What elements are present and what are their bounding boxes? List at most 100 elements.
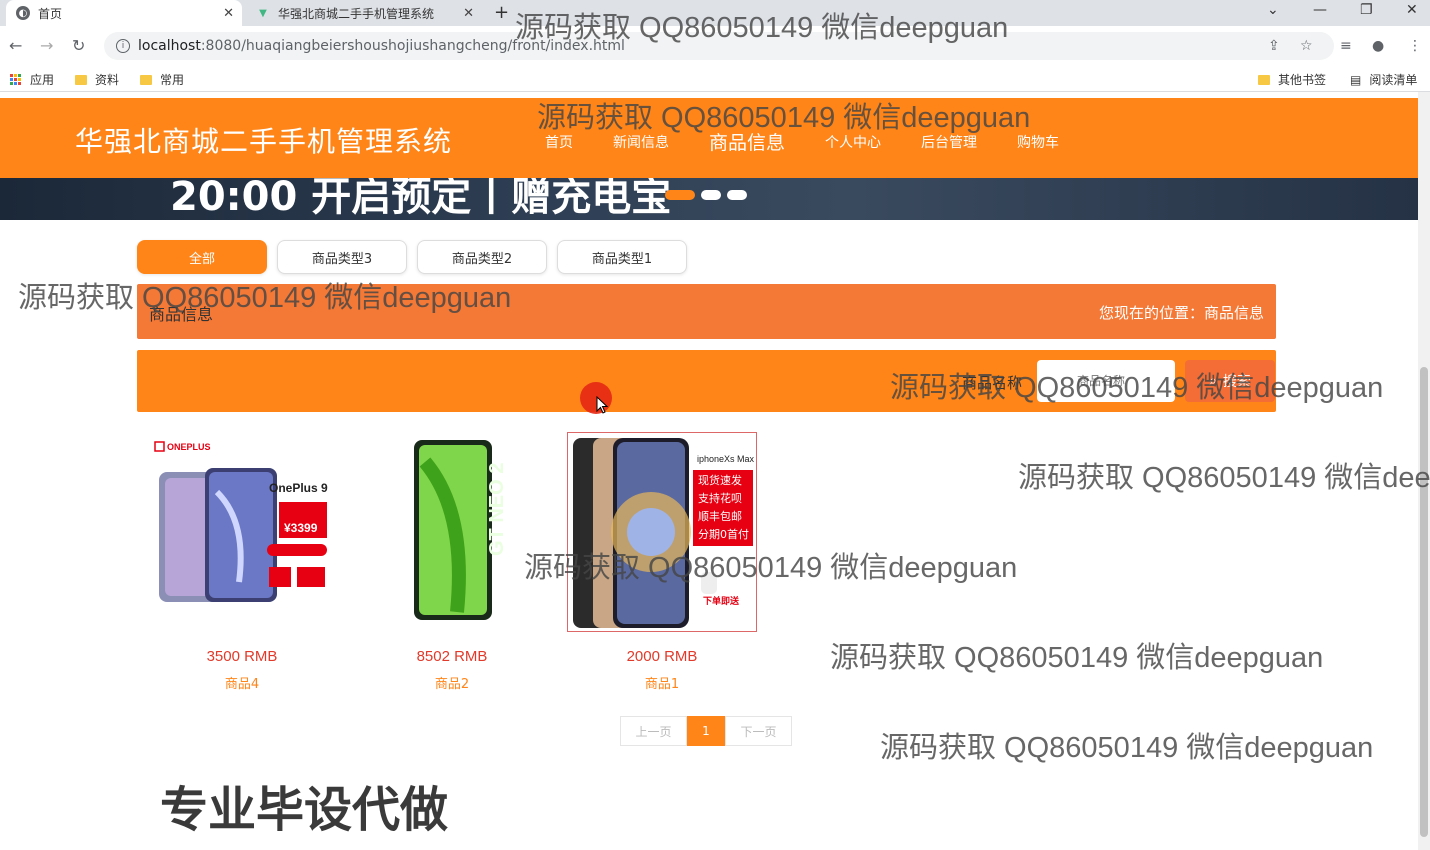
- category-type3[interactable]: 商品类型3: [277, 240, 407, 274]
- search-bar: 商品名称 ⌕ 搜索: [137, 350, 1276, 412]
- new-tab-button[interactable]: +: [494, 2, 509, 23]
- tab-title: 华强北商城二手手机管理系统: [278, 6, 435, 21]
- profile-avatar-icon[interactable]: ●: [1372, 38, 1384, 54]
- svg-text:支持花呗: 支持花呗: [698, 491, 742, 505]
- nav-products[interactable]: 商品信息: [709, 128, 785, 155]
- search-icon: ⌕: [1209, 373, 1217, 389]
- breadcrumb: 商品信息 您现在的位置：商品信息: [137, 284, 1276, 339]
- apps-grid-icon: [10, 73, 22, 86]
- nav-cart[interactable]: 购物车: [1017, 132, 1059, 152]
- search-button-label: 搜索: [1222, 374, 1251, 390]
- category-type1[interactable]: 商品类型1: [557, 240, 687, 274]
- more-menu-icon[interactable]: ⋮: [1408, 38, 1422, 54]
- banner-carousel[interactable]: 20:00 开启预定丨赠充电宝: [0, 178, 1418, 220]
- chevron-down-icon[interactable]: ⌄: [1267, 2, 1279, 18]
- nav-news[interactable]: 新闻信息: [613, 132, 669, 152]
- search-button[interactable]: ⌕ 搜索: [1185, 360, 1275, 402]
- star-icon[interactable]: ☆: [1300, 38, 1313, 54]
- url-field[interactable]: i localhost :8080/huaqiangbeiershoushoji…: [104, 32, 1334, 60]
- product-card[interactable]: iphoneXs Max 现货速发 支持花呗 顺丰包邮 分期0首付 下单即送 2…: [567, 432, 757, 692]
- main-nav: 首页 新闻信息 商品信息 个人中心 后台管理 购物车: [545, 128, 1099, 155]
- carousel-dots: [665, 190, 753, 200]
- globe-icon: ◐: [16, 6, 30, 20]
- bookmark-reading-list[interactable]: ▤ 阅读清单: [1350, 71, 1417, 88]
- pagination: 上一页 1 下一页: [620, 716, 792, 746]
- reading-list-icon: ▤: [1350, 72, 1362, 87]
- info-icon[interactable]: i: [116, 39, 130, 53]
- bookmark-other[interactable]: 其他书签: [1258, 71, 1326, 88]
- svg-text:iphoneXs Max: iphoneXs Max: [697, 454, 755, 464]
- close-icon[interactable]: ✕: [463, 6, 474, 21]
- svg-text:下单即送: 下单即送: [703, 595, 740, 607]
- site-title: 华强北商城二手手机管理系统: [75, 125, 453, 158]
- banner-text: 20:00 开启预定丨赠充电宝: [170, 178, 672, 220]
- nav-profile[interactable]: 个人中心: [825, 132, 881, 152]
- vue-icon: ▼: [259, 7, 267, 19]
- svg-text:ONEPLUS: ONEPLUS: [167, 442, 211, 452]
- restore-button[interactable]: ❐: [1360, 2, 1373, 18]
- oneplus-9-phone-image[interactable]: ONEPLUS OnePlus 9 ¥3399: [147, 432, 337, 632]
- carousel-dot[interactable]: [665, 190, 695, 200]
- svg-text:现货速发: 现货速发: [698, 473, 742, 487]
- window-close-button[interactable]: ✕: [1406, 2, 1418, 18]
- bookmark-folder-changyong[interactable]: 常用: [140, 71, 184, 88]
- back-button[interactable]: ←: [9, 36, 22, 55]
- address-bar-row: ← → ↻ i localhost :8080/huaqiangbeiersho…: [0, 26, 1430, 66]
- iphone-xs-max-phone-image[interactable]: iphoneXs Max 现货速发 支持花呗 顺丰包邮 分期0首付 下单即送: [567, 432, 757, 632]
- share-icon[interactable]: ⇪: [1268, 38, 1280, 54]
- bookmark-label: 其他书签: [1278, 73, 1327, 87]
- reading-list-icon[interactable]: ≡: [1340, 38, 1352, 54]
- mouse-cursor-highlight: [580, 382, 612, 414]
- search-label: 商品名称: [962, 374, 1023, 392]
- search-input[interactable]: [1037, 360, 1175, 402]
- prev-page-button[interactable]: 上一页: [620, 716, 687, 746]
- site-header: 华强北商城二手手机管理系统 首页 新闻信息 商品信息 个人中心 后台管理 购物车: [0, 98, 1418, 178]
- browser-tab-strip: ◐ 首页 ✕ ▼ 华强北商城二手手机管理系统 ✕ + ⌄ — ❐ ✕: [0, 0, 1430, 26]
- tab-home[interactable]: ◐ 首页 ✕: [6, 0, 242, 26]
- category-filter: 全部 商品类型3 商品类型2 商品类型1: [137, 240, 697, 274]
- next-page-button[interactable]: 下一页: [725, 716, 792, 746]
- folder-icon: [75, 74, 87, 85]
- product-name[interactable]: 商品2: [357, 673, 547, 692]
- reload-button[interactable]: ↻: [72, 36, 85, 55]
- page-scrollbar[interactable]: [1418, 92, 1430, 850]
- bookmark-label: 阅读清单: [1369, 73, 1418, 87]
- product-card[interactable]: ONEPLUS OnePlus 9 ¥3399 3500 RMB 商品4: [147, 432, 337, 692]
- tab-admin[interactable]: ▼ 华强北商城二手手机管理系统 ✕: [246, 0, 482, 26]
- bookmark-label: 应用: [30, 73, 55, 87]
- category-all[interactable]: 全部: [137, 240, 267, 274]
- product-card[interactable]: GT NEO 2 8502 RMB 商品2: [357, 432, 547, 692]
- forward-button[interactable]: →: [40, 36, 53, 55]
- svg-text:¥3399: ¥3399: [284, 521, 318, 535]
- breadcrumb-location: 您现在的位置：商品信息: [1098, 304, 1264, 322]
- product-list: ONEPLUS OnePlus 9 ¥3399 3500 RMB 商品4 GT …: [147, 432, 777, 692]
- realme-gt-neo2-phone-image[interactable]: GT NEO 2: [357, 432, 547, 632]
- svg-text:顺丰包邮: 顺丰包邮: [698, 510, 742, 523]
- product-name[interactable]: 商品1: [567, 673, 757, 692]
- bookmarks-bar: 应用 资料 常用 其他书签 ▤ 阅读清单: [0, 66, 1430, 92]
- bookmark-folder-ziliao[interactable]: 资料: [75, 71, 119, 88]
- url-path: :8080/huaqiangbeiershoushojiushangcheng/…: [200, 38, 625, 54]
- url-host: localhost: [138, 38, 201, 54]
- svg-text:分期0首付: 分期0首付: [698, 527, 749, 541]
- category-type2[interactable]: 商品类型2: [417, 240, 547, 274]
- nav-home[interactable]: 首页: [545, 132, 573, 152]
- folder-icon: [140, 74, 152, 85]
- promo-overlay-text: 专业毕设代做: [160, 782, 449, 838]
- folder-icon: [1258, 74, 1270, 85]
- carousel-dot[interactable]: [701, 190, 721, 200]
- close-icon[interactable]: ✕: [223, 6, 234, 21]
- carousel-dot[interactable]: [727, 190, 747, 200]
- page-viewport: 华强北商城二手手机管理系统 首页 新闻信息 商品信息 个人中心 后台管理 购物车…: [0, 92, 1418, 850]
- nav-admin[interactable]: 后台管理: [921, 132, 977, 152]
- tab-title: 首页: [38, 6, 63, 21]
- product-price: 3500 RMB: [206, 648, 278, 665]
- page-number-button[interactable]: 1: [687, 716, 725, 746]
- minimize-button[interactable]: —: [1313, 2, 1327, 18]
- bookmark-apps[interactable]: 应用: [10, 71, 54, 88]
- svg-text:OnePlus 9: OnePlus 9: [269, 481, 328, 495]
- product-name[interactable]: 商品4: [147, 673, 337, 692]
- bookmark-label: 常用: [160, 73, 185, 87]
- product-price: 8502 RMB: [416, 648, 488, 665]
- scrollbar-thumb[interactable]: [1420, 367, 1428, 837]
